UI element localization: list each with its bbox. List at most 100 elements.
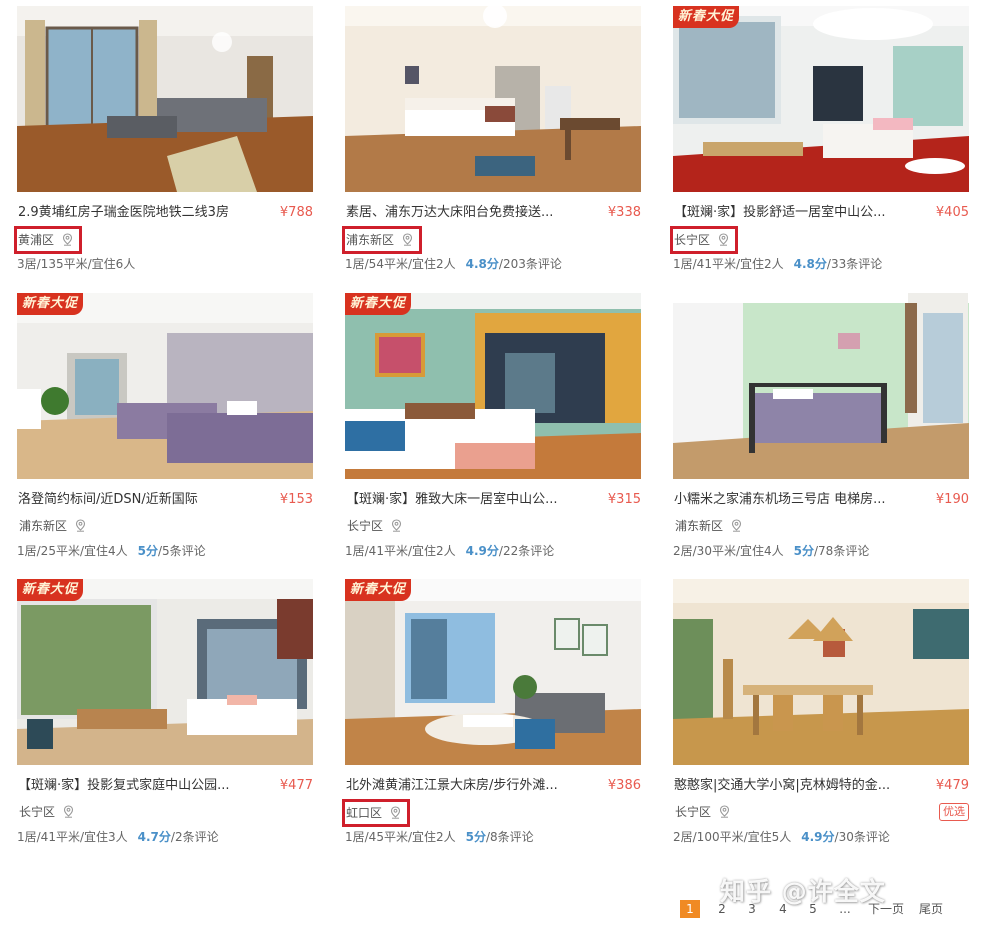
review-count[interactable]: /22条评论 [499,544,554,558]
district-label: 浦东新区 [17,515,88,537]
listing-info: 2居/30平米/宜住4人 5分/78条评论 [673,543,869,559]
listing-card[interactable]: 新春大促【斑斓·家】投影复式家庭中山公园... ¥477 长宁区 1居/41平米/宜… [17,579,313,855]
map-pin-icon[interactable] [402,231,413,246]
promo-badge: 新春大促 [345,293,411,315]
listing-title[interactable]: 素居、浦东万达大床阳台免费接送... [346,204,598,222]
listing-photo[interactable]: 新春大促 [345,293,641,479]
page-1-button[interactable]: 1 [680,900,700,918]
listing-card[interactable]: 新春大促洛登简约标间/近DSN/近新国际 ¥153 浦东新区 1居/25平米/宜住4… [17,293,313,569]
listing-grid: 2.9黄埔红房子瑞金医院地铁二线3房 ¥788 黄浦区 3居/135平米/宜住6人 … [0,0,987,880]
rating-score: 4.7分 [137,830,171,844]
map-pin-icon[interactable] [75,517,86,532]
room-summary: 1居/25平米/宜住4人 [17,544,128,558]
review-count[interactable]: /33条评论 [827,257,882,271]
listing-price: ¥386 [607,778,641,793]
map-pin-icon[interactable] [718,231,729,246]
district-name: 长宁区 [675,805,712,819]
listing-title[interactable]: 2.9黄埔红房子瑞金医院地铁二线3房 [18,204,270,222]
rating-score: 5分 [465,830,486,844]
map-pin-icon[interactable] [719,803,730,818]
room-summary: 1居/41平米/宜住2人 [345,544,456,558]
district-label: 长宁区 [17,801,76,823]
rating-score: 4.8分 [793,257,827,271]
district-name: 浦东新区 [346,233,395,247]
review-count[interactable]: /30条评论 [835,830,890,844]
map-pin-icon[interactable] [63,803,74,818]
district-name: 黄浦区 [18,233,55,247]
district-label: 长宁区 [345,515,404,537]
listing-card[interactable]: 新春大促北外滩黄浦江江景大床房/步行外滩... ¥386 虹口区 1居/45平米/宜… [342,579,641,855]
listing-price: ¥190 [935,492,969,507]
district-name: 长宁区 [347,519,384,533]
room-summary: 1居/45平米/宜住2人 [345,830,456,844]
listing-photo[interactable] [17,6,313,192]
district-name: 浦东新区 [675,519,724,533]
listing-info: 1居/41平米/宜住3人 4.7分/2条评论 [17,829,219,845]
map-pin-icon[interactable] [391,517,402,532]
listing-title[interactable]: 【斑斓·家】投影舒适一居室中山公... [674,204,926,222]
review-count[interactable]: /203条评论 [499,257,562,271]
listing-card[interactable]: 憨憨家|交通大学小窝|克林姆特的金... ¥479 长宁区 优选 2居/100平米/宜… [673,579,969,855]
listing-photo[interactable]: 新春大促 [17,579,313,765]
listing-price: ¥479 [935,778,969,793]
review-count[interactable]: /8条评论 [486,830,534,844]
listing-info: 1居/25平米/宜住4人 5分/5条评论 [17,543,206,559]
listing-price: ¥315 [607,492,641,507]
listing-photo[interactable]: 新春大促 [17,293,313,479]
district-label: 浦东新区 [673,515,744,537]
listing-card[interactable]: 素居、浦东万达大床阳台免费接送... ¥338 浦东新区 1居/54平米/宜住2人 4… [342,6,641,282]
district-label: 黄浦区 [14,226,83,254]
listing-price: ¥788 [279,205,313,220]
rating-score: 4.9分 [465,544,499,558]
listing-price: ¥477 [279,778,313,793]
promo-badge: 新春大促 [345,579,411,601]
map-pin-icon[interactable] [62,231,73,246]
room-summary: 2居/100平米/宜住5人 [673,830,792,844]
review-count[interactable]: /5条评论 [158,544,206,558]
listing-photo[interactable]: 新春大促 [345,579,641,765]
listing-photo[interactable] [345,6,641,192]
rating-score: 5分 [793,544,814,558]
room-summary: 1居/41平米/宜住2人 [673,257,784,271]
listing-title[interactable]: 【斑斓·家】投影复式家庭中山公园... [18,777,270,795]
district-label: 虹口区 [342,799,411,827]
listing-price: ¥405 [935,205,969,220]
listing-title[interactable]: 小糯米之家浦东机场三号店 电梯房... [674,491,926,509]
listing-card[interactable]: 新春大促【斑斓·家】雅致大床一居室中山公... ¥315 长宁区 1居/41平米/宜… [345,293,641,569]
district-name: 长宁区 [19,805,56,819]
listing-photo[interactable] [673,293,969,479]
promo-badge: 新春大促 [17,293,83,315]
listing-price: ¥338 [607,205,641,220]
map-pin-icon[interactable] [731,517,742,532]
district-name: 虹口区 [346,806,383,820]
listing-info: 3居/135平米/宜住6人 [17,256,135,272]
district-label: 长宁区 [673,801,732,823]
listing-info: 1居/41平米/宜住2人 4.9分/22条评论 [345,543,554,559]
listing-info: 1居/45平米/宜住2人 5分/8条评论 [345,829,534,845]
promo-badge: 新春大促 [673,6,739,28]
featured-tag: 优选 [939,803,969,821]
district-name: 浦东新区 [19,519,68,533]
listing-title[interactable]: 憨憨家|交通大学小窝|克林姆特的金... [674,777,926,795]
listing-photo[interactable] [673,579,969,765]
room-summary: 2居/30平米/宜住4人 [673,544,784,558]
review-count[interactable]: /2条评论 [171,830,219,844]
rating-score: 4.9分 [801,830,835,844]
review-count[interactable]: /78条评论 [814,544,869,558]
listing-info: 1居/54平米/宜住2人 4.8分/203条评论 [345,256,562,272]
promo-badge: 新春大促 [17,579,83,601]
room-summary: 3居/135平米/宜住6人 [17,257,136,271]
listing-photo[interactable]: 新春大促 [673,6,969,192]
last-page-button[interactable]: 尾页 [916,900,946,918]
listing-title[interactable]: 【斑斓·家】雅致大床一居室中山公... [346,491,598,509]
listing-title[interactable]: 洛登简约标间/近DSN/近新国际 [18,491,270,509]
listing-info: 2居/100平米/宜住5人 4.9分/30条评论 [673,829,890,845]
listing-card[interactable]: 新春大促【斑斓·家】投影舒适一居室中山公... ¥405 长宁区 1居/41平米/宜… [670,6,969,282]
room-summary: 1居/41平米/宜住3人 [17,830,128,844]
listing-card[interactable]: 小糯米之家浦东机场三号店 电梯房... ¥190 浦东新区 2居/30平米/宜住4人… [673,293,969,569]
district-label: 长宁区 [670,226,739,254]
map-pin-icon[interactable] [390,804,401,819]
listing-card[interactable]: 2.9黄埔红房子瑞金医院地铁二线3房 ¥788 黄浦区 3居/135平米/宜住6人 [14,6,313,282]
listing-title[interactable]: 北外滩黄浦江江景大床房/步行外滩... [346,777,598,795]
listing-price: ¥153 [279,492,313,507]
